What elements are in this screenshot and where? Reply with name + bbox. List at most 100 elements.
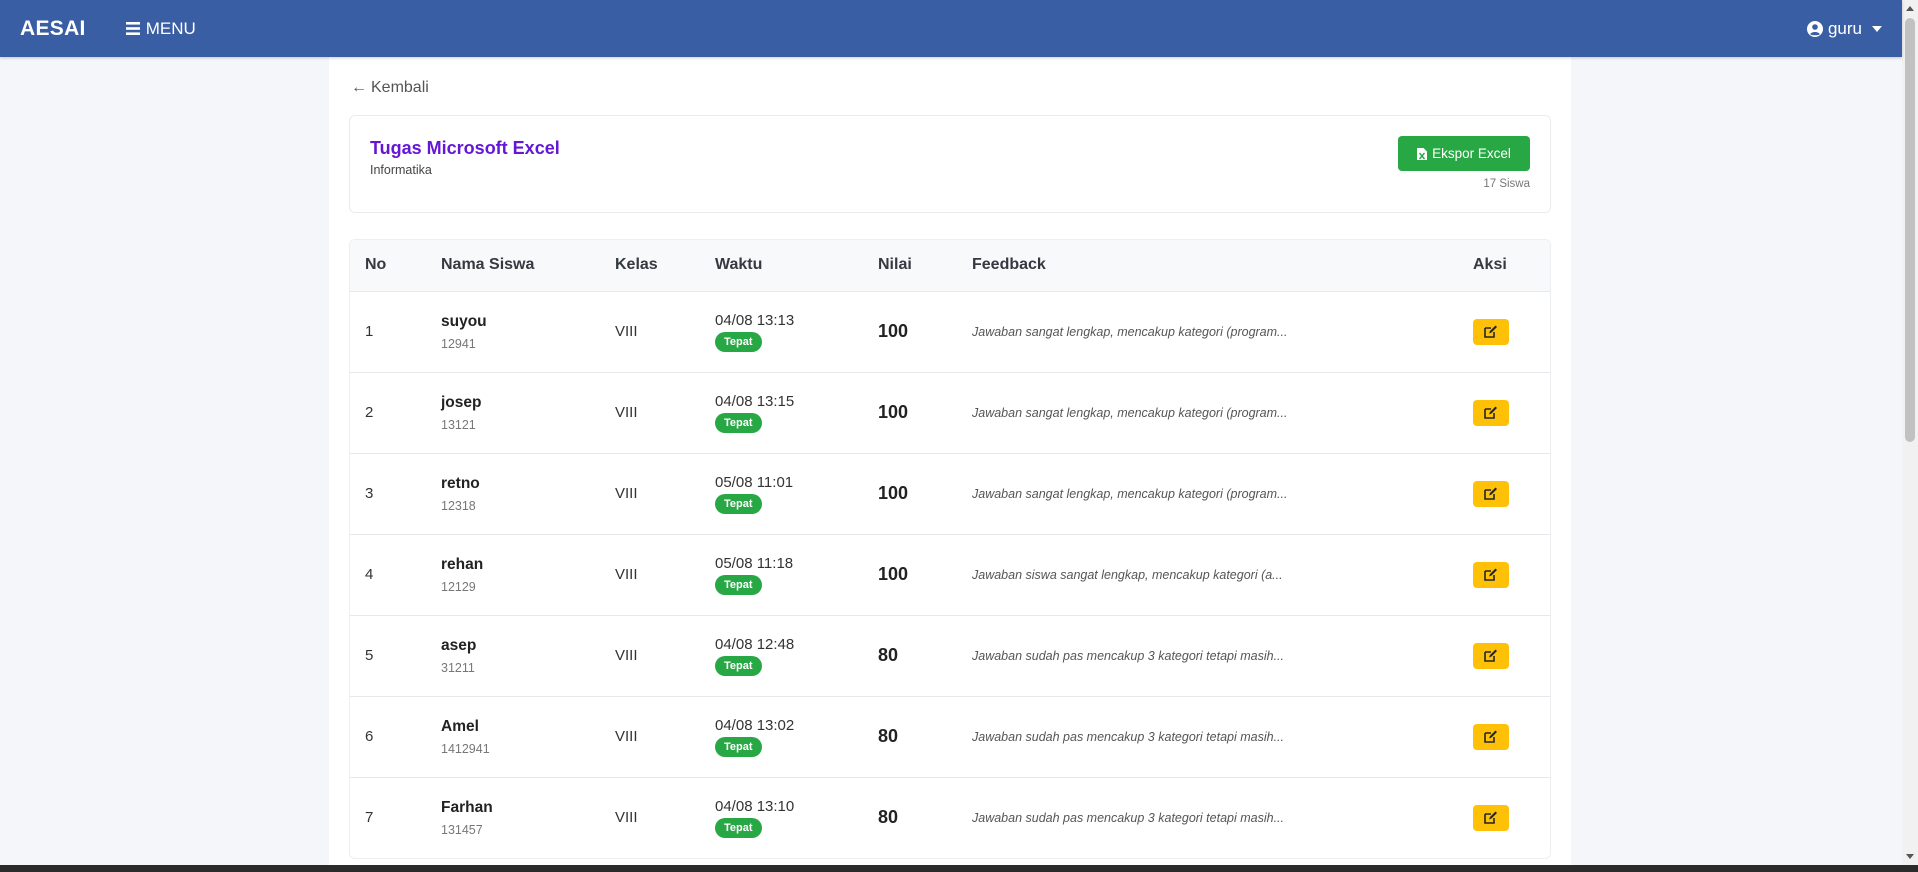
user-label: guru xyxy=(1827,18,1862,38)
row-aksi xyxy=(1458,372,1550,453)
brand-logo[interactable]: AESAI xyxy=(20,17,86,41)
file-excel-icon xyxy=(1417,147,1428,160)
header-nilai[interactable]: Nilai xyxy=(863,240,957,291)
scroll-down-icon[interactable] xyxy=(1906,854,1914,859)
row-feedback: Jawaban sangat lengkap, mencakup kategor… xyxy=(957,291,1458,372)
edit-button[interactable] xyxy=(1473,804,1509,831)
scroll-up-icon[interactable] xyxy=(1906,6,1914,11)
row-feedback: Jawaban sudah pas mencakup 3 kategori te… xyxy=(957,777,1458,858)
student-nis: 131457 xyxy=(441,822,483,837)
row-nilai: 100 xyxy=(863,372,957,453)
row-aksi xyxy=(1458,534,1550,615)
row-student: Farhan 131457 xyxy=(426,777,600,858)
header-kelas[interactable]: Kelas xyxy=(600,240,700,291)
row-nilai: 80 xyxy=(863,615,957,696)
student-nis: 12129 xyxy=(441,579,476,594)
row-kelas: VIII xyxy=(615,728,638,745)
row-waktu: 04/08 13:15 Tepat xyxy=(700,372,863,453)
edit-icon xyxy=(1484,406,1497,419)
edit-icon xyxy=(1484,649,1497,662)
table-row: 4 rehan 12129 VIII 05/08 11:18 Tepat 100 J… xyxy=(350,534,1550,615)
edit-icon xyxy=(1484,730,1497,743)
row-feedback: Jawaban sudah pas mencakup 3 kategori te… xyxy=(957,615,1458,696)
header-name[interactable]: Nama Siswa xyxy=(426,240,600,291)
row-nilai: 80 xyxy=(863,777,957,858)
student-name: rehan xyxy=(441,555,484,573)
feedback-text: Jawaban sangat lengkap, mencakup kategor… xyxy=(972,325,1288,339)
score: 80 xyxy=(878,726,899,746)
menu-button[interactable]: MENU xyxy=(125,18,196,39)
row-kelas: VIII xyxy=(615,404,638,421)
status-badge: Tepat xyxy=(715,412,762,433)
row-nilai: 80 xyxy=(863,696,957,777)
user-dropdown[interactable]: guru xyxy=(1806,0,1882,57)
edit-button[interactable] xyxy=(1473,642,1509,669)
row-kelas: VIII xyxy=(615,809,638,827)
row-no: 3 xyxy=(365,485,374,502)
row-waktu: 04/08 13:13 Tepat xyxy=(700,291,863,372)
row-feedback: Jawaban sangat lengkap, mencakup kategor… xyxy=(957,372,1458,453)
main-content: ← Kembali Tugas Microsoft Excel Informat… xyxy=(329,57,1571,872)
table-row: 3 retno 12318 VIII 05/08 11:01 Tepat 100 J… xyxy=(350,453,1550,534)
row-student: suyou 12941 xyxy=(426,291,600,372)
header-aksi: Aksi xyxy=(1473,256,1507,274)
row-aksi xyxy=(1458,615,1550,696)
header-waktu[interactable]: Waktu xyxy=(700,240,863,291)
table-row: 5 asep 31211 VIII 04/08 12:48 Tepat 80 Jaw… xyxy=(350,615,1550,696)
feedback-text: Jawaban sudah pas mencakup 3 kategori te… xyxy=(972,730,1284,744)
edit-button[interactable] xyxy=(1473,399,1509,426)
caret-down-icon xyxy=(1872,25,1882,32)
submit-time: 04/08 13:13 xyxy=(715,311,795,329)
feedback-text: Jawaban siswa sangat lengkap, mencakup k… xyxy=(972,568,1283,582)
menu-label: MENU xyxy=(145,18,196,38)
row-aksi xyxy=(1458,453,1550,534)
status-badge: Tepat xyxy=(715,655,762,676)
row-no: 2 xyxy=(365,404,374,421)
back-link[interactable]: ← Kembali xyxy=(351,79,429,97)
row-student: retno 12318 xyxy=(426,453,600,534)
assignment-title: Tugas Microsoft Excel xyxy=(370,138,560,158)
header-feedback[interactable]: Feedback xyxy=(957,240,1458,291)
student-nis: 13121 xyxy=(441,417,476,432)
submit-time: 05/08 11:18 xyxy=(715,554,794,572)
arrow-left-icon: ← xyxy=(351,79,367,96)
status-badge: Tepat xyxy=(715,736,762,757)
user-circle-icon xyxy=(1806,20,1823,37)
table-row: 7 Farhan 131457 VIII 04/08 13:10 Tepat 80 … xyxy=(350,777,1550,858)
table-row: 1 suyou 12941 VIII 04/08 13:13 Tepat 100 J… xyxy=(350,291,1550,372)
edit-icon xyxy=(1484,325,1497,338)
edit-button[interactable] xyxy=(1473,318,1509,345)
row-waktu: 04/08 13:10 Tepat xyxy=(700,777,863,858)
student-name: josep xyxy=(441,393,482,411)
app-viewport: AESAI MENU guru ← Kembali Tugas Microsof… xyxy=(0,0,1918,872)
edit-button[interactable] xyxy=(1473,561,1509,588)
edit-button[interactable] xyxy=(1473,480,1509,507)
submit-time: 04/08 12:48 xyxy=(715,635,795,653)
header-no[interactable]: No xyxy=(350,240,426,291)
student-name: suyou xyxy=(441,312,487,330)
assignment-header-card: Tugas Microsoft Excel Informatika Ekspor… xyxy=(349,115,1551,213)
row-waktu: 05/08 11:01 Tepat xyxy=(700,453,863,534)
submit-time: 04/08 13:02 xyxy=(715,716,795,734)
export-excel-button[interactable]: Ekspor Excel xyxy=(1398,136,1530,171)
status-badge: Tepat xyxy=(715,331,762,352)
edit-icon xyxy=(1484,811,1497,825)
assignment-subject: Informatika xyxy=(370,163,432,177)
top-navbar: AESAI MENU guru xyxy=(0,0,1902,57)
row-no: 5 xyxy=(365,647,374,664)
row-nilai: 100 xyxy=(863,291,957,372)
edit-button[interactable] xyxy=(1473,723,1509,750)
row-student: asep 31211 xyxy=(426,615,600,696)
vertical-scrollbar[interactable] xyxy=(1902,0,1918,865)
student-name: retno xyxy=(441,474,480,492)
row-student: josep 13121 xyxy=(426,372,600,453)
scrollbar-thumb[interactable] xyxy=(1905,18,1915,442)
export-label: Ekspor Excel xyxy=(1432,146,1511,161)
row-no: 7 xyxy=(365,809,374,827)
row-aksi xyxy=(1458,291,1550,372)
score: 100 xyxy=(878,483,909,503)
row-nilai: 100 xyxy=(863,453,957,534)
status-badge: Tepat xyxy=(715,817,762,838)
bottom-edge xyxy=(0,865,1918,872)
submit-time: 04/08 13:15 xyxy=(715,392,795,410)
